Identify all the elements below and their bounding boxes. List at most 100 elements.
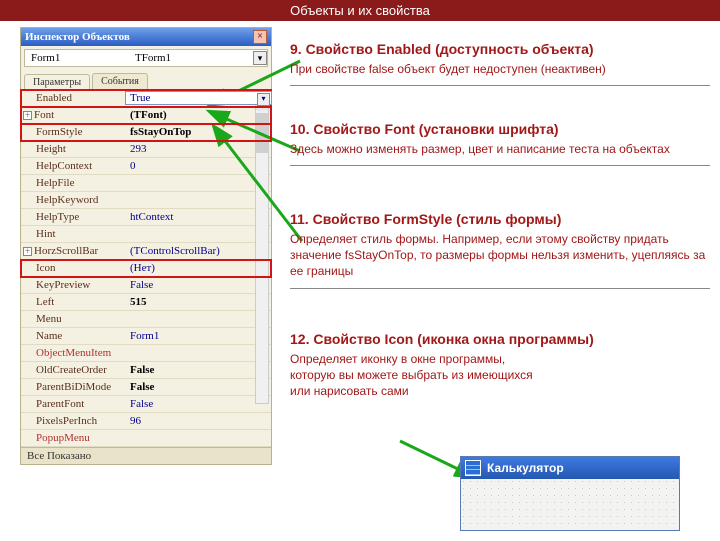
property-value[interactable]: False — [126, 279, 271, 291]
property-value[interactable]: False — [126, 398, 271, 410]
property-row[interactable]: ObjectMenuItem — [21, 345, 271, 362]
property-name: ParentBiDiMode — [21, 381, 126, 393]
section-9: 9. Свойство Enabled (доступность объекта… — [290, 41, 710, 96]
tab-params[interactable]: Параметры — [24, 74, 90, 90]
property-name: +HorzScrollBar — [21, 245, 126, 257]
property-row[interactable]: HelpKeyword — [21, 192, 271, 209]
property-row[interactable]: Height 293 — [21, 141, 271, 158]
property-value[interactable]: htContext — [126, 211, 271, 223]
property-row[interactable]: OldCreateOrder False — [21, 362, 271, 379]
section-11-desc: Определяет стиль формы. Например, если э… — [290, 231, 710, 280]
property-row[interactable]: Left 515 — [21, 294, 271, 311]
property-value[interactable]: 293 — [126, 143, 271, 155]
property-value[interactable]: 0 — [126, 160, 271, 172]
property-name-text: Menu — [36, 313, 62, 325]
property-value[interactable]: False — [126, 364, 271, 376]
page-banner: Объекты и их свойства — [0, 0, 720, 21]
property-value[interactable]: (Нет) — [126, 262, 271, 274]
property-name: Enabled — [21, 92, 126, 104]
property-row[interactable]: HelpContext 0 — [21, 158, 271, 175]
property-name-text: ObjectMenuItem — [36, 347, 111, 359]
oi-status: Все Показано — [21, 447, 271, 464]
property-name-text: PopupMenu — [36, 432, 90, 444]
property-value[interactable]: 96 — [126, 415, 271, 427]
property-value[interactable]: fsStayOnTop — [126, 126, 271, 138]
property-name-text: ParentBiDiMode — [36, 381, 111, 393]
section-12-desc: Определяет иконку в окне программы, кото… — [290, 351, 550, 400]
property-name-text: KeyPreview — [36, 279, 90, 291]
property-value[interactable]: True▾ — [126, 92, 271, 104]
property-name-text: HelpContext — [36, 160, 92, 172]
section-12-title: 12. Свойство Icon (иконка окна программы… — [290, 331, 710, 347]
property-row[interactable]: PixelsPerInch 96 — [21, 413, 271, 430]
oi-property-grid: EnabledTrue▾+Font(TFont)FormStylefsStayO… — [21, 90, 271, 447]
property-name-text: Enabled — [36, 92, 72, 104]
calculator-icon — [465, 460, 481, 476]
property-row[interactable]: Enabled True▾ — [21, 90, 271, 107]
property-name: Icon — [21, 262, 126, 274]
property-name: HelpKeyword — [21, 194, 126, 206]
property-value[interactable]: Form1 — [126, 330, 271, 342]
section-12: 12. Свойство Icon (иконка окна программы… — [290, 331, 710, 400]
property-row[interactable]: HelpTypehtContext — [21, 209, 271, 226]
property-name: ObjectMenuItem — [21, 347, 126, 359]
property-name: Menu — [21, 313, 126, 325]
divider — [290, 288, 710, 289]
property-name: HelpFile — [21, 177, 126, 189]
property-name-text: PixelsPerInch — [36, 415, 97, 427]
close-icon[interactable]: × — [253, 30, 267, 44]
oi-instance-select[interactable]: Form1 TForm1 ▾ — [24, 49, 268, 67]
property-name: OldCreateOrder — [21, 364, 126, 376]
property-row[interactable]: Menu — [21, 311, 271, 328]
property-name: FormStyle — [21, 126, 126, 138]
property-value[interactable]: (TControlScrollBar) — [126, 245, 271, 257]
property-name: HelpContext — [21, 160, 126, 172]
section-9-title: 9. Свойство Enabled (доступность объекта… — [290, 41, 710, 57]
property-row[interactable]: +HorzScrollBar(TControlScrollBar) — [21, 243, 271, 260]
oi-titlebar: Инспектор Объектов × — [21, 28, 271, 46]
oi-scrollbar[interactable]: ▴ — [255, 96, 269, 404]
property-row[interactable]: Icon (Нет) — [21, 260, 271, 277]
property-name: Height — [21, 143, 126, 155]
property-name: PopupMenu — [21, 432, 126, 444]
property-name: Hint — [21, 228, 126, 240]
property-value[interactable]: False — [126, 381, 271, 393]
section-10-title: 10. Свойство Font (установки шрифта) — [290, 121, 710, 137]
property-name-text: Height — [36, 143, 66, 155]
property-name: Left — [21, 296, 126, 308]
property-row[interactable]: Hint — [21, 226, 271, 243]
chevron-down-icon[interactable]: ▾ — [253, 51, 267, 65]
property-row[interactable]: +Font(TFont) — [21, 107, 271, 124]
property-name-text: OldCreateOrder — [36, 364, 107, 376]
tab-events[interactable]: События — [92, 73, 148, 89]
expand-icon[interactable]: + — [23, 247, 32, 256]
chevron-down-icon[interactable]: ▾ — [257, 93, 270, 106]
property-row[interactable]: KeyPreview False — [21, 277, 271, 294]
property-name-text: Icon — [36, 262, 56, 274]
property-name-text: Font — [34, 109, 54, 121]
oi-title-text: Инспектор Объектов — [25, 31, 130, 43]
property-row[interactable]: NameForm1 — [21, 328, 271, 345]
property-value[interactable]: (TFont) — [126, 109, 271, 121]
expand-icon[interactable]: + — [23, 111, 32, 120]
property-row[interactable]: ParentBiDiMode False — [21, 379, 271, 396]
property-row[interactable]: ParentFontFalse — [21, 396, 271, 413]
property-name-text: FormStyle — [36, 126, 82, 138]
property-name: PixelsPerInch — [21, 415, 126, 427]
calculator-title-text: Калькулятор — [487, 461, 564, 475]
property-name: HelpType — [21, 211, 126, 223]
calculator-body — [461, 479, 679, 531]
property-row[interactable]: FormStyle fsStayOnTop — [21, 124, 271, 141]
property-name: Name — [21, 330, 126, 342]
oi-instance-type: TForm1 — [135, 52, 253, 64]
property-row[interactable]: PopupMenu — [21, 430, 271, 447]
property-name-text: Left — [36, 296, 54, 308]
property-name-text: Hint — [36, 228, 56, 240]
oi-instance-name: Form1 — [25, 51, 135, 65]
section-10-desc: Здесь можно изменять размер, цвет и напи… — [290, 141, 710, 157]
property-value[interactable]: 515 — [126, 296, 271, 308]
property-row[interactable]: HelpFile — [21, 175, 271, 192]
property-name: +Font — [21, 109, 126, 121]
calculator-titlebar: Калькулятор — [461, 457, 679, 479]
property-name: ParentFont — [21, 398, 126, 410]
